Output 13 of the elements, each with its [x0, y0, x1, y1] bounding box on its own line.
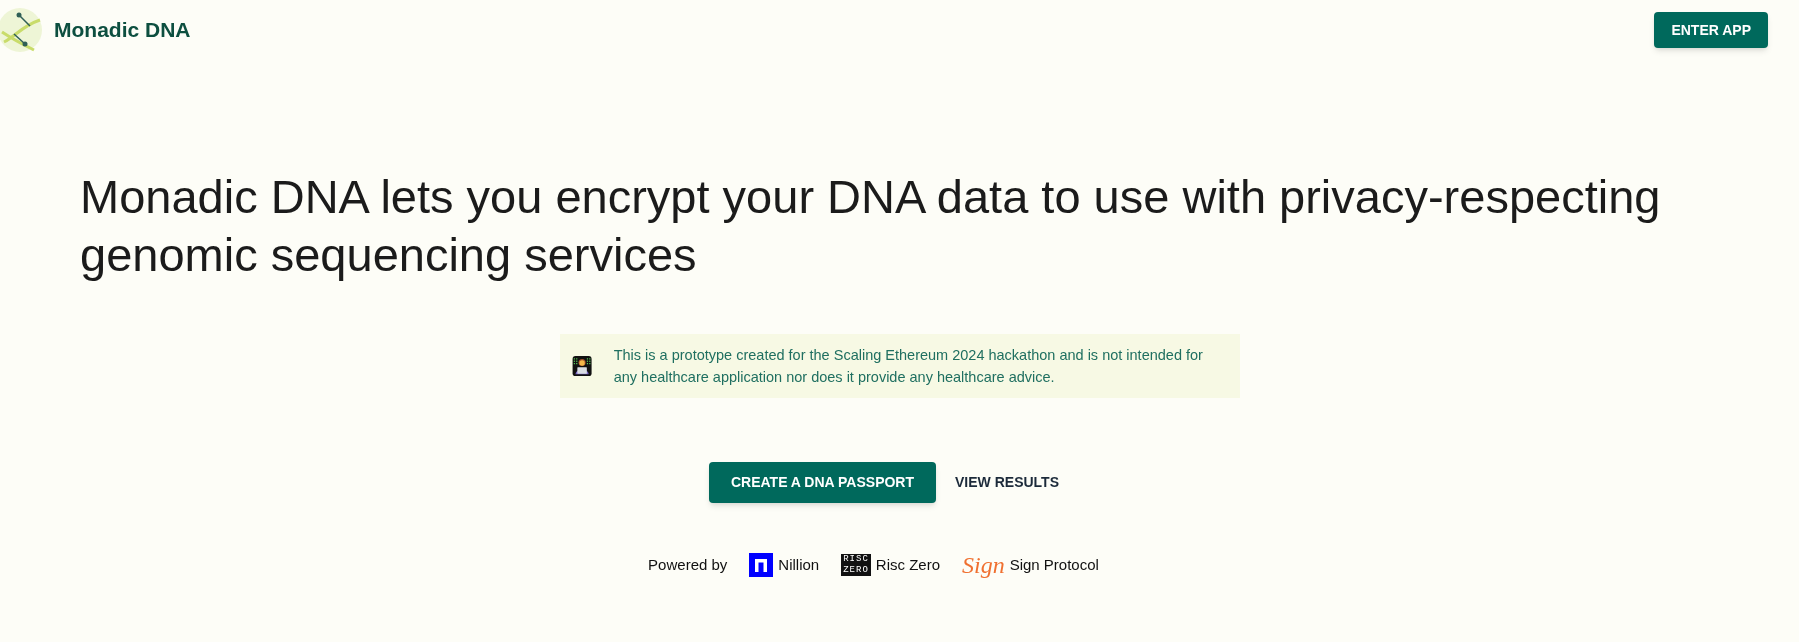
- risc-zero-logo: RISC ZERO: [841, 554, 871, 576]
- notice-text: This is a prototype created for the Scaling Ethereum 2024 hackathon and is not intended for any healthcare application nor does it provide any healthcare advice.: [613, 346, 1204, 387]
- view-results-link[interactable]: VIEW RESULTS: [954, 462, 1060, 503]
- partner-name: Nillion: [778, 554, 820, 575]
- powered-by-label: Powered by: [648, 554, 728, 575]
- partner-name: Sign Protocol: [1009, 554, 1099, 575]
- headline: Monadic DNA lets you encrypt your DNA data to use with privacy-respecting genomic sequencing services: [80, 169, 1662, 283]
- brand-name: Monadic DNA: [54, 17, 191, 44]
- nillion-logo-icon: [749, 553, 774, 577]
- partner-name: Risc Zero: [875, 554, 940, 575]
- create-passport-button[interactable]: CREATE A DNA PASSPORT: [709, 462, 937, 503]
- enter-app-button[interactable]: ENTER APP: [1654, 12, 1768, 48]
- sign-logo: Sign: [962, 553, 1005, 577]
